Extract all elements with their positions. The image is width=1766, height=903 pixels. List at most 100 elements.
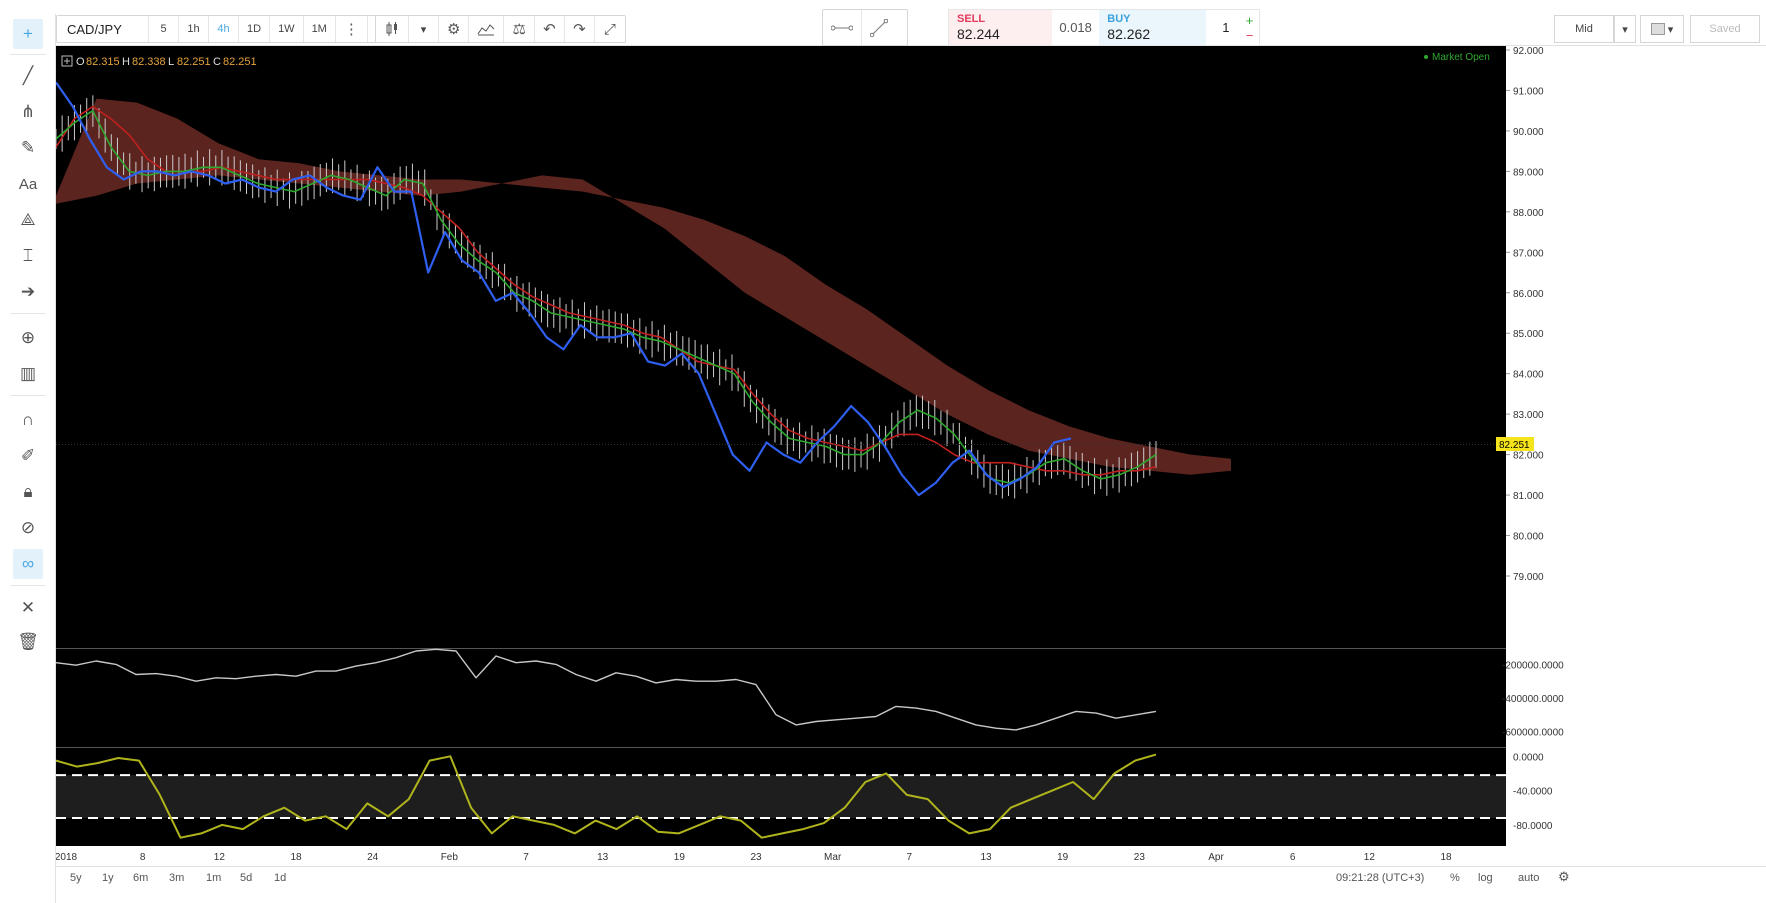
layout-menu-button[interactable]: ▾ xyxy=(1640,15,1684,43)
indicators-button[interactable] xyxy=(469,16,505,42)
interval-1m[interactable]: 1M xyxy=(304,16,336,42)
chart-style-toolbar: ▾ ⚙ ⚖ ↶ ↷ ⤢ xyxy=(375,15,626,43)
chart-area[interactable]: 92.000 91.000 90.000 89.000 88.000 87.000 86.0… xyxy=(56,46,1766,866)
price-type-dropdown[interactable]: ▾ xyxy=(1614,15,1636,43)
crosshair-icon: + xyxy=(23,24,33,43)
pitchfork-tool[interactable]: ⋔ xyxy=(13,97,43,127)
line-tools-box xyxy=(822,9,908,46)
fullscreen-button[interactable]: ⤢ xyxy=(595,16,625,42)
pattern-icon: ⟁ xyxy=(20,210,36,229)
undo-button[interactable]: ↶ xyxy=(535,16,565,42)
log-scale-toggle[interactable]: log xyxy=(1478,872,1493,884)
range-5d[interactable]: 5d xyxy=(240,872,252,884)
text-tool[interactable]: Aa xyxy=(13,169,43,199)
eye-off-icon: ⊘ xyxy=(20,518,36,537)
price-tick-label: 82.000 xyxy=(1513,451,1544,462)
interval-4h[interactable]: 4h xyxy=(209,16,239,42)
data-window-tool[interactable]: ▥ xyxy=(13,359,43,389)
legend-open-label: O xyxy=(76,56,85,68)
lock-icon: 🔒︎ xyxy=(23,482,33,501)
obv-tick-label: -200000.0000 xyxy=(1502,660,1564,671)
redo-button[interactable]: ↷ xyxy=(565,16,595,42)
trend-line-icon xyxy=(870,18,888,37)
pattern-tool[interactable]: ⟁ xyxy=(13,205,43,235)
settings-button[interactable]: ⚙ xyxy=(439,16,470,42)
legend-open: 82.315 xyxy=(86,56,120,68)
sell-button[interactable]: SELL 82.244 xyxy=(949,10,1052,45)
chart-canvas[interactable]: 92.000 91.000 90.000 89.000 88.000 87.000 86.0… xyxy=(56,46,1766,866)
obv-pane[interactable] xyxy=(56,649,1506,747)
pitchfork-icon: ⋔ xyxy=(20,102,36,121)
interval-1h[interactable]: 1h xyxy=(179,16,209,42)
range-1d[interactable]: 1d xyxy=(274,872,286,884)
sell-label: SELL xyxy=(957,13,986,25)
time-tick-label: Feb xyxy=(441,852,459,863)
scales-icon: ⚖ xyxy=(512,21,526,38)
ohlc-legend: O 82.315 H 82.338 L 82.251 C 82.251 xyxy=(61,55,257,68)
more-intervals-button[interactable]: ⋮ xyxy=(336,16,368,42)
chevron-down-icon: ▾ xyxy=(1622,23,1628,36)
hide-drawings-tool[interactable]: ⊘ xyxy=(13,513,43,543)
redo-icon: ↷ xyxy=(573,21,586,38)
saved-button[interactable]: Saved xyxy=(1690,15,1760,43)
brush-tool[interactable]: ✎ xyxy=(13,133,43,163)
range-5y[interactable]: 5y xyxy=(70,872,82,884)
horizontal-segment-button[interactable] xyxy=(823,10,862,45)
link-icon: ∞ xyxy=(21,554,35,573)
bottom-bar: 5y 1y 6m 3m 1m 5d 1d 09:21:28 (UTC+3) % … xyxy=(56,866,1766,888)
chart-type-dropdown[interactable]: ▾ xyxy=(409,16,439,42)
drawing-toolbar: + ╱ ⋔ ✎ Aa ⟁ ⌶ ➔ ⊕ ▥ ∩ ✐ 🔒︎ ⊘ ∞ ✕ 🗑︎ xyxy=(0,14,56,903)
chart-type-button[interactable] xyxy=(376,16,409,42)
lock-drawings-tool[interactable]: 🔒︎ xyxy=(13,477,43,507)
stay-drawing-tool[interactable]: ✐ xyxy=(13,441,43,471)
indicators-icon xyxy=(478,24,495,36)
gear-icon[interactable]: ⚙ xyxy=(1558,869,1570,885)
segment-icon xyxy=(831,25,853,30)
range-3m[interactable]: 3m xyxy=(169,872,184,884)
remove-drawings-tool[interactable]: 🗑︎ xyxy=(13,627,43,657)
symbol-selector[interactable]: CAD/JPY xyxy=(57,16,149,42)
range-1y[interactable]: 1y xyxy=(102,872,114,884)
osc-tick-label: -80.0000 xyxy=(1513,821,1553,832)
auto-scale-toggle[interactable]: auto xyxy=(1518,872,1539,884)
compare-button[interactable]: ⚖ xyxy=(504,16,535,42)
sync-drawings-tool[interactable]: ∞ xyxy=(13,549,43,579)
time-tick-label: 2018 xyxy=(56,852,78,863)
measure-tool[interactable]: ⌶ xyxy=(13,241,43,271)
interval-1d[interactable]: 1D xyxy=(239,16,271,42)
layout-icon xyxy=(1650,23,1665,35)
trend-line-button[interactable] xyxy=(862,10,896,45)
kebab-icon: ⋮ xyxy=(343,21,359,38)
legend-low: 82.251 xyxy=(177,56,211,68)
trade-panel: SELL 82.244 0.018 BUY 82.262 1 + − xyxy=(948,9,1260,46)
pencil-lock-icon: ✐ xyxy=(20,446,36,465)
increase-quantity-button[interactable]: + xyxy=(1246,13,1259,28)
magnet-tool[interactable]: ∩ xyxy=(13,405,43,435)
interval-1w[interactable]: 1W xyxy=(270,16,304,42)
range-1m[interactable]: 1m xyxy=(206,872,221,884)
osc-tick-label: -40.0000 xyxy=(1513,787,1553,798)
legend-low-label: L xyxy=(168,56,174,68)
trend-line-tool[interactable]: ╱ xyxy=(13,61,43,91)
time-tick-label: 6 xyxy=(1290,852,1296,863)
crosshair-tool[interactable]: + xyxy=(13,19,43,49)
toolbar-divider xyxy=(10,395,46,396)
range-6m[interactable]: 6m xyxy=(133,872,148,884)
price-pane[interactable] xyxy=(56,46,1506,648)
price-type-select[interactable]: Mid xyxy=(1554,15,1614,43)
zoom-tool[interactable]: ⊕ xyxy=(13,323,43,353)
last-price-value: 82.251 xyxy=(1499,440,1530,451)
object-tree-tool[interactable]: ✕ xyxy=(13,593,43,623)
decrease-quantity-button[interactable]: − xyxy=(1246,28,1259,43)
buy-button[interactable]: BUY 82.262 xyxy=(1099,10,1207,45)
interval-5[interactable]: 5 xyxy=(149,16,179,42)
gear-icon: ⚙ xyxy=(447,21,461,38)
legend-close: 82.251 xyxy=(223,56,257,68)
percent-scale-toggle[interactable]: % xyxy=(1450,872,1460,884)
time-tick-label: 12 xyxy=(214,852,226,863)
candlestick-icon xyxy=(386,22,397,36)
quantity-field[interactable]: 1 xyxy=(1206,10,1246,45)
interval-toolbar: CAD/JPY 5 1h 4h 1D 1W 1M ⋮ ▾ xyxy=(56,15,399,43)
arrow-tool[interactable]: ➔ xyxy=(13,277,43,307)
time-tick-label: 13 xyxy=(597,852,609,863)
